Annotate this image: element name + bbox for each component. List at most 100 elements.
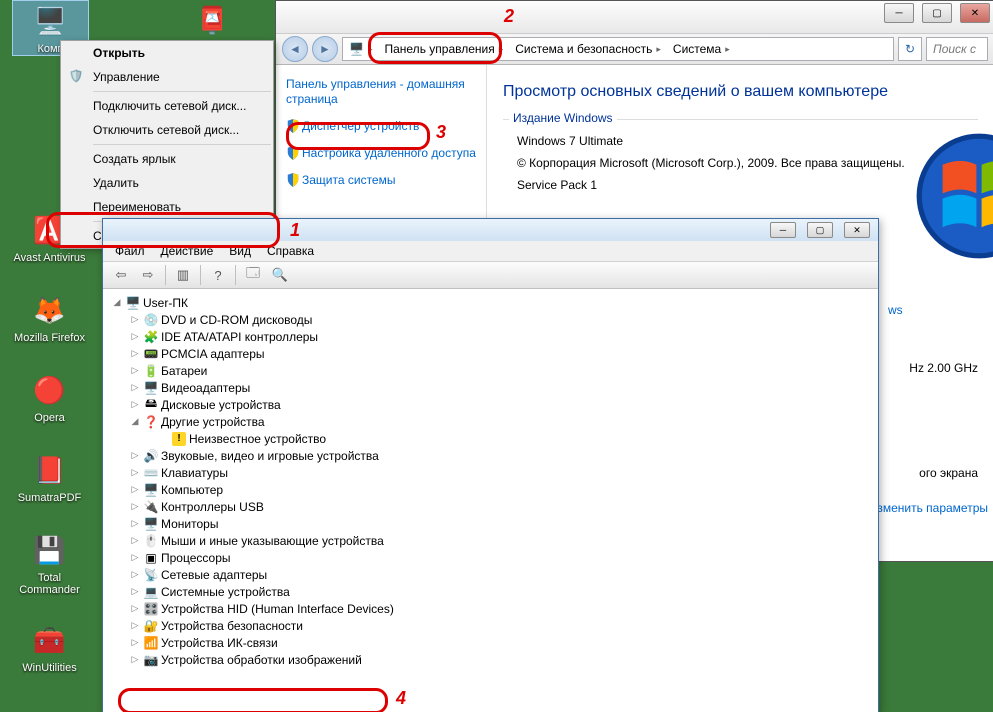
- help-icon[interactable]: ?: [206, 263, 230, 287]
- cp-titlebar: ─ ▢ ✕: [276, 1, 993, 33]
- expand-icon[interactable]: ▷: [129, 332, 141, 342]
- change-params-link[interactable]: Изменить параметры: [869, 501, 988, 515]
- tree-node[interactable]: ▷▣Процессоры: [109, 549, 872, 566]
- crumb[interactable]: Система и безопасность▸: [509, 38, 667, 60]
- crumb[interactable]: Панель управления▸: [378, 38, 509, 60]
- expand-icon[interactable]: ▷: [129, 315, 141, 325]
- search-input[interactable]: Поиск с: [926, 37, 988, 61]
- tree-node[interactable]: ▷⌨️Клавиатуры: [109, 464, 872, 481]
- expand-icon[interactable]: ▷: [129, 349, 141, 359]
- tree-node[interactable]: ◢❓Другие устройства: [109, 413, 872, 430]
- warning-icon: !: [171, 431, 187, 447]
- minimize-button[interactable]: ─: [770, 222, 796, 238]
- tree-node[interactable]: ▷🔌Контроллеры USB: [109, 498, 872, 515]
- crumb-root-icon[interactable]: 🖥️▸: [343, 38, 378, 60]
- desktop-icon-tc[interactable]: 💾Total Commander: [12, 530, 87, 596]
- tree-node[interactable]: ▷📶Устройства ИК-связи: [109, 634, 872, 651]
- tree-node[interactable]: ◢🖥️User-ПК: [109, 294, 872, 311]
- ws-link[interactable]: ws: [888, 301, 988, 319]
- menu-item[interactable]: Справка: [259, 242, 322, 260]
- tree-node[interactable]: ▷🔐Устройства безопасности: [109, 617, 872, 634]
- tree-node[interactable]: ▷🖥️Мониторы: [109, 515, 872, 532]
- tree-node[interactable]: ▷🖥️Видеоадаптеры: [109, 379, 872, 396]
- tree-node[interactable]: ▷🎛️Устройства HID (Human Interface Devic…: [109, 600, 872, 617]
- expand-icon[interactable]: ▷: [129, 587, 141, 597]
- tree-node[interactable]: ▷💿DVD и CD-ROM дисководы: [109, 311, 872, 328]
- chevron-right-icon: ▸: [725, 44, 730, 55]
- expand-icon[interactable]: ▷: [129, 451, 141, 461]
- expand-icon[interactable]: ◢: [129, 417, 141, 427]
- maximize-button[interactable]: ▢: [807, 222, 833, 238]
- close-button[interactable]: ✕: [844, 222, 870, 238]
- maximize-button[interactable]: ▢: [922, 3, 952, 23]
- icon-label: WinUtilities: [12, 662, 87, 674]
- node-label: PCMCIA адаптеры: [161, 347, 265, 361]
- show-hide-icon[interactable]: ▥: [171, 263, 195, 287]
- ctx-item[interactable]: Открыть: [61, 41, 273, 65]
- tree-node[interactable]: ▷🔊Звуковые, видео и игровые устройства: [109, 447, 872, 464]
- expand-icon[interactable]: ▷: [129, 502, 141, 512]
- node-label: Другие устройства: [161, 415, 265, 429]
- tree-node[interactable]: ▷🖥️Компьютер: [109, 481, 872, 498]
- scan-icon[interactable]: 🔍: [268, 263, 292, 287]
- sidebar-remote-link[interactable]: Настройка удаленного доступа: [286, 146, 476, 161]
- back-button[interactable]: ◄: [282, 36, 308, 62]
- sidebar-home-link[interactable]: Панель управления - домашняя страница: [286, 77, 476, 107]
- expand-icon[interactable]: ▷: [129, 485, 141, 495]
- back-icon[interactable]: ⇦: [109, 263, 133, 287]
- ctx-item[interactable]: Подключить сетевой диск...: [61, 94, 273, 118]
- minimize-button[interactable]: ─: [884, 3, 914, 23]
- close-button[interactable]: ✕: [960, 3, 990, 23]
- ctx-item[interactable]: Удалить: [61, 171, 273, 195]
- ctx-item[interactable]: 🛡️Управление: [61, 65, 273, 89]
- tree-node[interactable]: ▷🔋Батареи: [109, 362, 872, 379]
- desktop-icon-sumatra[interactable]: 📕SumatraPDF: [12, 450, 87, 504]
- expand-icon[interactable]: ▷: [129, 570, 141, 580]
- ctx-item[interactable]: Создать ярлык: [61, 147, 273, 171]
- expand-icon[interactable]: ▷: [129, 604, 141, 614]
- expand-icon[interactable]: ▷: [129, 536, 141, 546]
- ctx-item[interactable]: Отключить сетевой диск...: [61, 118, 273, 142]
- tree-node[interactable]: ▷📡Сетевые адаптеры: [109, 566, 872, 583]
- expand-icon[interactable]: ▷: [129, 468, 141, 478]
- refresh-button[interactable]: ↻: [898, 37, 922, 61]
- desktop-icon-firefox[interactable]: 🦊Mozilla Firefox: [12, 290, 87, 344]
- tree-node[interactable]: ▷🖴Дисковые устройства: [109, 396, 872, 413]
- desktop-icon-opera[interactable]: 🔴Opera: [12, 370, 87, 424]
- menu-item[interactable]: Вид: [221, 242, 259, 260]
- edition-name: Windows 7 Ultimate: [517, 130, 978, 152]
- menu-item[interactable]: Файл: [107, 242, 153, 260]
- tree-node[interactable]: ▷🧩IDE ATA/ATAPI контроллеры: [109, 328, 872, 345]
- tree-node[interactable]: ▷🖱️Мыши и иные указывающие устройства: [109, 532, 872, 549]
- expand-icon[interactable]: ▷: [129, 400, 141, 410]
- tree-node[interactable]: !Неизвестное устройство: [109, 430, 872, 447]
- expand-icon[interactable]: ▷: [129, 383, 141, 393]
- desktop-icon-stamps[interactable]: 📮: [175, 0, 250, 42]
- expand-icon[interactable]: ▷: [129, 366, 141, 376]
- crumb[interactable]: Система▸: [667, 38, 736, 60]
- breadcrumb[interactable]: 🖥️▸ Панель управления▸Система и безопасн…: [342, 37, 894, 61]
- properties-icon[interactable]: 🗔: [241, 263, 265, 287]
- winutil-icon: 🧰: [30, 620, 70, 660]
- device-tree: ◢🖥️User-ПК▷💿DVD и CD-ROM дисководы▷🧩IDE …: [103, 289, 878, 712]
- forward-button[interactable]: ►: [312, 36, 338, 62]
- desktop-icon-winutil[interactable]: 🧰 WinUtilities: [12, 620, 87, 674]
- tree-node[interactable]: ▷📟PCMCIA адаптеры: [109, 345, 872, 362]
- menu-item[interactable]: Действие: [153, 242, 222, 260]
- expand-icon[interactable]: ▷: [129, 621, 141, 631]
- ctx-item[interactable]: Переименовать: [61, 195, 273, 219]
- tree-node[interactable]: ▷💻Системные устройства: [109, 583, 872, 600]
- sumatra-icon: 📕: [30, 450, 70, 490]
- node-label: Устройства обработки изображений: [161, 653, 362, 667]
- device-icon: 🔊: [143, 448, 159, 464]
- expand-icon[interactable]: ▷: [129, 553, 141, 563]
- expand-icon[interactable]: ▷: [129, 655, 141, 665]
- device-icon: 💻: [143, 584, 159, 600]
- expand-icon[interactable]: ▷: [129, 638, 141, 648]
- sidebar-device-manager-link[interactable]: Диспетчер устройств: [286, 119, 476, 134]
- tree-node[interactable]: ▷📷Устройства обработки изображений: [109, 651, 872, 668]
- forward-icon[interactable]: ⇨: [136, 263, 160, 287]
- sidebar-protect-link[interactable]: Защита системы: [286, 173, 476, 188]
- expand-icon[interactable]: ◢: [111, 298, 123, 308]
- expand-icon[interactable]: ▷: [129, 519, 141, 529]
